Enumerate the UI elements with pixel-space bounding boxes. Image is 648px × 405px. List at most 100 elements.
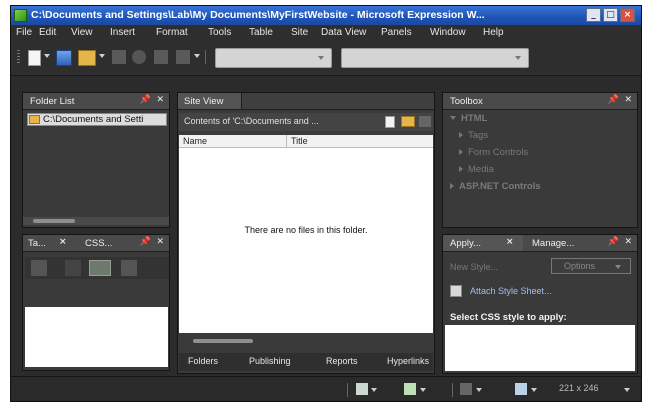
menu-insert[interactable]: Insert bbox=[110, 27, 135, 38]
open-folder-icon[interactable] bbox=[78, 50, 96, 66]
properties-grid[interactable] bbox=[25, 307, 168, 367]
new-page-dropdown-icon[interactable] bbox=[44, 54, 50, 58]
folder-list-title: Folder List bbox=[30, 96, 75, 107]
tab-publishing[interactable]: Publishing bbox=[249, 356, 291, 366]
layer-icon[interactable] bbox=[154, 50, 168, 64]
options-label: Options bbox=[564, 261, 596, 271]
select-css-label: Select CSS style to apply: bbox=[450, 312, 567, 323]
tab-apply-styles[interactable]: Apply... × bbox=[443, 235, 523, 251]
menu-table[interactable]: Table bbox=[249, 27, 273, 38]
site-view-tab-label: Site View bbox=[184, 96, 224, 107]
preview-icon[interactable] bbox=[176, 50, 190, 64]
file-list[interactable]: Name Title There are no files in this fo… bbox=[179, 135, 433, 333]
chevron-down-icon[interactable] bbox=[371, 388, 377, 392]
application-window: C:\Documents and Settings\Lab\My Documen… bbox=[10, 5, 642, 402]
properties-icon[interactable] bbox=[121, 260, 137, 276]
pin-icon[interactable]: 📌 bbox=[608, 237, 619, 247]
xhtml-icon[interactable] bbox=[460, 383, 472, 395]
style-combo[interactable] bbox=[215, 48, 332, 68]
chevron-down-icon[interactable] bbox=[420, 388, 426, 392]
close-icon[interactable]: ✕ bbox=[156, 237, 164, 247]
tab-hyperlinks[interactable]: Hyperlinks bbox=[387, 356, 431, 366]
new-page-icon[interactable] bbox=[385, 116, 395, 128]
show-set-properties-icon[interactable] bbox=[89, 260, 111, 276]
up-folder-icon[interactable] bbox=[419, 116, 431, 127]
folder-list-item[interactable]: C:\Documents and Setti bbox=[27, 113, 167, 126]
new-style-link[interactable]: New Style... bbox=[450, 262, 498, 272]
publish-icon[interactable] bbox=[112, 50, 126, 64]
collapsed-icon bbox=[459, 149, 463, 156]
menu-site[interactable]: Site bbox=[291, 27, 308, 38]
menu-data-view[interactable]: Data View bbox=[321, 27, 366, 38]
menu-format[interactable]: Format bbox=[156, 27, 188, 38]
pin-icon[interactable]: 📌 bbox=[140, 95, 151, 105]
close-button[interactable]: × bbox=[620, 8, 635, 22]
status-bar: 221 x 246 bbox=[11, 376, 641, 401]
toolbox-title: Toolbox bbox=[450, 96, 483, 107]
menu-tools[interactable]: Tools bbox=[208, 27, 231, 38]
compatibility-icon[interactable] bbox=[404, 383, 416, 395]
browser-preview-icon[interactable] bbox=[132, 50, 146, 64]
save-icon[interactable] bbox=[56, 50, 72, 66]
sort-icon[interactable] bbox=[65, 260, 81, 276]
chevron-down-icon[interactable] bbox=[476, 388, 482, 392]
tab-site-view[interactable]: Site View bbox=[178, 93, 242, 109]
tab-css-properties[interactable]: CSS... bbox=[85, 238, 112, 249]
maximize-button[interactable]: □ bbox=[603, 8, 618, 22]
menu-help[interactable]: Help bbox=[483, 27, 504, 38]
scroll-thumb[interactable] bbox=[193, 339, 253, 343]
close-icon[interactable]: ✕ bbox=[624, 237, 632, 247]
title-bar: C:\Documents and Settings\Lab\My Documen… bbox=[11, 6, 641, 25]
scroll-thumb[interactable] bbox=[33, 219, 75, 223]
chevron-down-icon[interactable] bbox=[531, 388, 537, 392]
toolbar-grip[interactable] bbox=[17, 50, 20, 64]
app-icon bbox=[14, 9, 27, 22]
window-title: C:\Documents and Settings\Lab\My Documen… bbox=[31, 9, 485, 21]
tab-tag-properties[interactable]: Ta... bbox=[28, 238, 46, 249]
menu-file[interactable]: File bbox=[16, 27, 32, 38]
apply-styles-header: Apply... × Manage... 📌 ✕ bbox=[443, 235, 637, 252]
pin-icon[interactable]: 📌 bbox=[608, 95, 619, 105]
collapsed-icon bbox=[450, 183, 454, 190]
toolbox-html-group[interactable]: HTML bbox=[450, 113, 487, 124]
chevron-down-icon bbox=[318, 56, 324, 60]
site-view-scrollbar[interactable] bbox=[179, 337, 433, 345]
minimize-button[interactable]: _ bbox=[586, 8, 601, 22]
column-title[interactable]: Title bbox=[291, 136, 308, 146]
folder-list-header: Folder List 📌 ✕ bbox=[23, 93, 169, 110]
visual-aids-icon[interactable] bbox=[356, 383, 368, 395]
page-dimensions[interactable]: 221 x 246 bbox=[559, 383, 599, 393]
tab-manage-styles[interactable]: Manage... bbox=[532, 238, 574, 249]
categorize-icon[interactable] bbox=[31, 260, 47, 276]
close-icon[interactable]: ✕ bbox=[624, 95, 632, 105]
close-tab-icon[interactable]: × bbox=[506, 237, 514, 247]
close-icon[interactable]: ✕ bbox=[156, 95, 164, 105]
tab-reports[interactable]: Reports bbox=[326, 356, 358, 366]
column-divider[interactable] bbox=[286, 135, 287, 148]
open-dropdown-icon[interactable] bbox=[99, 54, 105, 58]
toolbox-item-form-controls[interactable]: Form Controls bbox=[459, 147, 528, 158]
font-combo[interactable] bbox=[341, 48, 529, 68]
attach-style-sheet-link[interactable]: Attach Style Sheet... bbox=[470, 286, 552, 296]
menu-view[interactable]: View bbox=[71, 27, 93, 38]
menu-panels[interactable]: Panels bbox=[381, 27, 412, 38]
status-separator bbox=[452, 383, 453, 397]
pin-icon[interactable]: 📌 bbox=[140, 237, 151, 247]
menu-edit[interactable]: Edit bbox=[39, 27, 56, 38]
chevron-down-icon[interactable] bbox=[624, 388, 630, 392]
new-folder-icon[interactable] bbox=[401, 116, 415, 127]
menu-window[interactable]: Window bbox=[430, 27, 466, 38]
folder-list-scrollbar[interactable] bbox=[23, 217, 169, 225]
close-tab-icon[interactable]: × bbox=[59, 237, 67, 247]
toolbox-aspnet-group[interactable]: ASP.NET Controls bbox=[450, 181, 541, 192]
tab-folders[interactable]: Folders bbox=[188, 356, 218, 366]
toolbox-item-tags[interactable]: Tags bbox=[459, 130, 488, 141]
toolbox-item-media[interactable]: Media bbox=[459, 164, 494, 175]
preview-dropdown-icon[interactable] bbox=[194, 54, 200, 58]
css-mode-icon[interactable] bbox=[515, 383, 527, 395]
html-group-label: HTML bbox=[461, 113, 488, 124]
column-name[interactable]: Name bbox=[183, 136, 207, 146]
options-dropdown[interactable]: Options bbox=[551, 258, 631, 274]
new-page-icon[interactable] bbox=[28, 50, 41, 66]
css-styles-list[interactable] bbox=[445, 325, 635, 371]
